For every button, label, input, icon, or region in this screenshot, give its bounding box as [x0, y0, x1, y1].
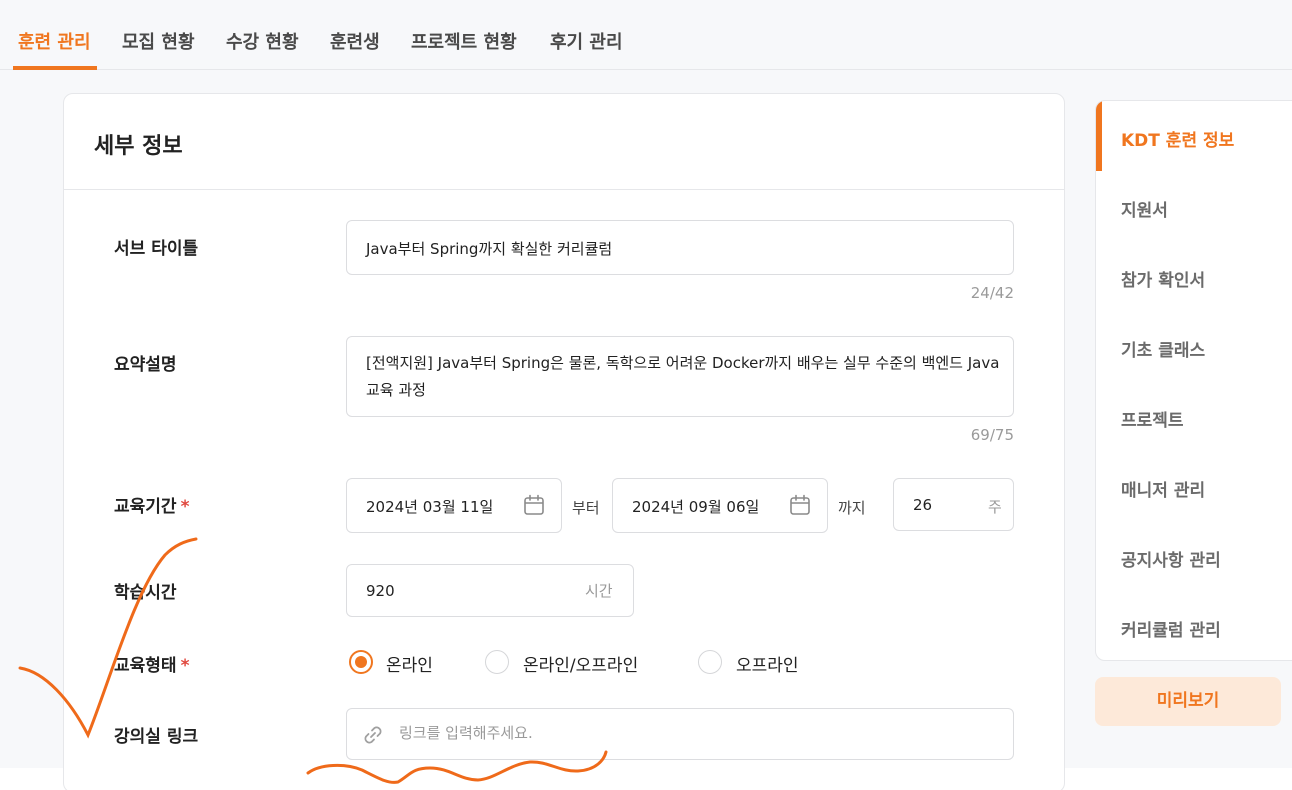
sidebar-item-application[interactable]: 지원서 [1121, 196, 1168, 221]
summary-value: [전액지원] Java부터 Spring은 물론, 독학으로 어려운 Docke… [366, 354, 1000, 399]
sidebar-item-basic-class[interactable]: 기초 클래스 [1121, 336, 1205, 361]
sidebar-item-kdt-info[interactable]: KDT 훈련 정보 [1121, 126, 1234, 151]
end-date-input[interactable]: 2024년 09월 06일 [612, 478, 828, 533]
calendar-icon[interactable] [789, 494, 811, 516]
period-label-text: 교육기간 [114, 497, 177, 517]
required-mark: * [180, 497, 190, 517]
required-mark: * [180, 656, 190, 676]
radio-online-offline[interactable] [485, 650, 509, 674]
format-label-text: 교육형태 [114, 656, 177, 676]
tab-project-status[interactable]: 프로젝트 현황 [411, 28, 517, 54]
summary-label: 요약설명 [114, 355, 177, 375]
weeks-input[interactable]: 26 주 [893, 478, 1014, 531]
radio-online-offline-label[interactable]: 온라인/오프라인 [523, 651, 638, 676]
summary-char-counter: 69/75 [970, 426, 1014, 444]
link-label: 강의실 링크 [114, 727, 199, 747]
start-date-value: 2024년 03월 11일 [366, 498, 494, 516]
weeks-unit: 주 [988, 498, 1002, 516]
sidebar-item-manager[interactable]: 매니저 관리 [1121, 476, 1205, 501]
card-divider [64, 189, 1064, 190]
sidebar-item-project[interactable]: 프로젝트 [1121, 406, 1184, 431]
start-date-input[interactable]: 2024년 03월 11일 [346, 478, 562, 533]
weeks-value: 26 [913, 496, 933, 514]
tab-trainees[interactable]: 훈련생 [330, 28, 380, 54]
detail-info-card: 세부 정보 서브 타이틀 Java부터 Spring까지 확실한 커리큘럼 24… [63, 93, 1065, 790]
active-tab-indicator [13, 66, 97, 70]
hours-unit: 시간 [585, 582, 613, 600]
top-navigation: 훈련 관리 모집 현황 수강 현황 훈련생 프로젝트 현황 후기 관리 [0, 0, 1292, 70]
tab-enrollment-status[interactable]: 수강 현황 [226, 28, 299, 54]
sidebar-item-notice[interactable]: 공지사항 관리 [1121, 546, 1221, 571]
radio-online[interactable] [349, 650, 373, 674]
sidebar-item-participation[interactable]: 참가 확인서 [1121, 266, 1205, 291]
subtitle-value: Java부터 Spring까지 확실한 커리큘럼 [366, 240, 613, 258]
card-title: 세부 정보 [94, 134, 183, 159]
format-label: 교육형태 * [114, 651, 189, 676]
radio-offline-label[interactable]: 오프라인 [736, 651, 799, 676]
tab-recruitment-status[interactable]: 모집 현황 [122, 28, 195, 54]
tab-training-management[interactable]: 훈련 관리 [18, 28, 91, 54]
tab-review-management[interactable]: 후기 관리 [550, 28, 623, 54]
preview-button[interactable]: 미리보기 [1095, 677, 1281, 726]
hours-input[interactable]: 920 시간 [346, 564, 634, 617]
subtitle-label: 서브 타이틀 [114, 239, 199, 259]
sidebar-item-curriculum[interactable]: 커리큘럼 관리 [1121, 616, 1221, 641]
hours-label: 학습시간 [114, 583, 177, 603]
radio-online-label[interactable]: 온라인 [386, 651, 433, 676]
calendar-icon[interactable] [523, 494, 545, 516]
subtitle-char-counter: 24/42 [970, 284, 1014, 302]
summary-textarea[interactable]: [전액지원] Java부터 Spring은 물론, 독학으로 어려운 Docke… [346, 336, 1014, 417]
period-label: 교육기간 * [114, 492, 189, 517]
from-text: 부터 [572, 499, 600, 517]
link-icon [364, 726, 382, 744]
hours-value: 920 [366, 582, 395, 600]
active-item-indicator [1096, 101, 1102, 171]
section-sidebar: KDT 훈련 정보 지원서 참가 확인서 기초 클래스 프로젝트 매니저 관리 … [1095, 100, 1292, 661]
link-placeholder: 링크를 입력해주세요. [399, 724, 533, 742]
classroom-link-input[interactable]: 링크를 입력해주세요. [346, 708, 1014, 760]
radio-offline[interactable] [698, 650, 722, 674]
end-date-value: 2024년 09월 06일 [632, 498, 760, 516]
to-text: 까지 [838, 499, 866, 517]
subtitle-input[interactable]: Java부터 Spring까지 확실한 커리큘럼 [346, 220, 1014, 275]
